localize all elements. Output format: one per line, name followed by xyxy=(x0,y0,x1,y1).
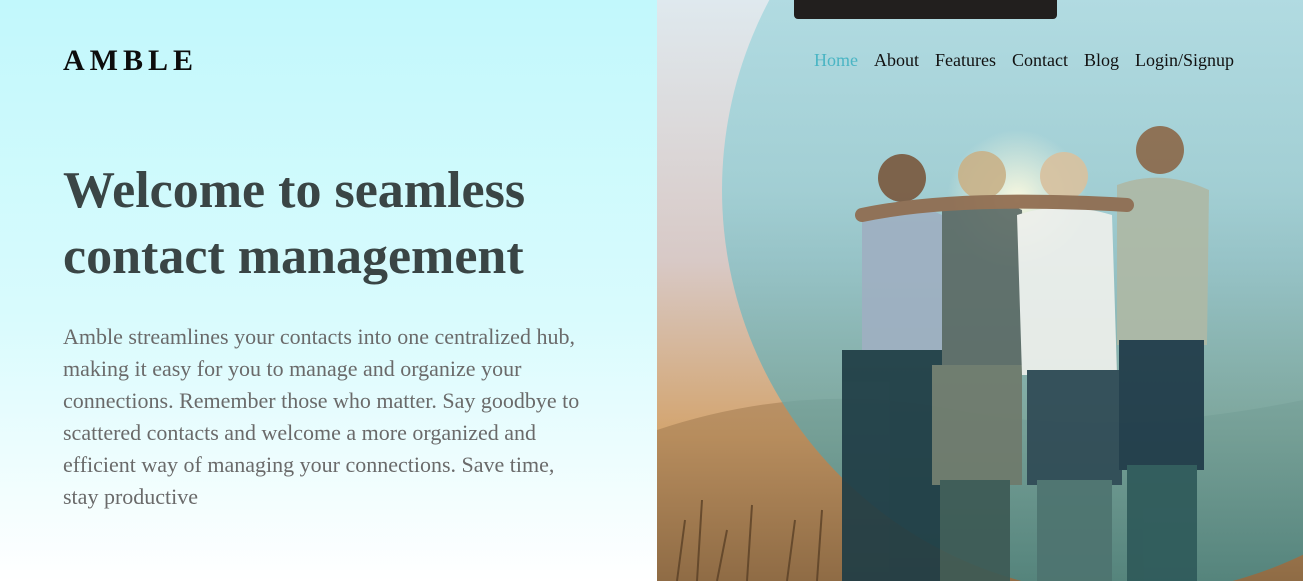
main-nav: Home About Features Contact Blog Login/Signup xyxy=(814,50,1234,71)
nav-link-home[interactable]: Home xyxy=(814,50,858,71)
hero-left-panel: AMBLE Welcome to seamless contact manage… xyxy=(0,0,657,581)
nav-link-contact[interactable]: Contact xyxy=(1012,50,1068,71)
hero-title: Welcome to seamless contact management xyxy=(63,162,526,285)
top-bar-notch xyxy=(794,0,1057,19)
nav-link-features[interactable]: Features xyxy=(935,50,996,71)
hero-image xyxy=(657,0,1303,581)
brand-logo[interactable]: AMBLE xyxy=(63,44,198,78)
hero-description: Amble streamlines your contacts into one… xyxy=(63,324,580,509)
friends-photo-illustration xyxy=(657,0,1303,581)
nav-link-login-signup[interactable]: Login/Signup xyxy=(1135,50,1234,71)
nav-link-blog[interactable]: Blog xyxy=(1084,50,1119,71)
nav-link-about[interactable]: About xyxy=(874,50,919,71)
landing-page: AMBLE Welcome to seamless contact manage… xyxy=(0,0,1303,581)
